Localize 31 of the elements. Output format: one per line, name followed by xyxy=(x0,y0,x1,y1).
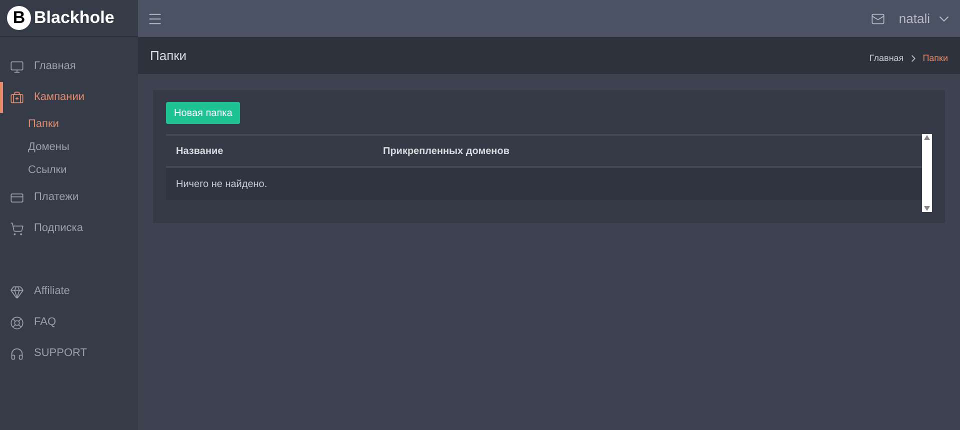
gem-icon xyxy=(10,284,24,298)
headset-icon xyxy=(10,346,24,360)
submenu-item[interactable]: Папки xyxy=(28,116,59,133)
scroll-up-icon[interactable] xyxy=(924,135,930,140)
submenu-item[interactable]: Домены xyxy=(28,139,70,156)
new-folder-button[interactable]: Новая папка xyxy=(166,102,240,124)
sidebar-item[interactable]: Affiliate xyxy=(34,283,70,300)
page-title: Папки xyxy=(150,46,187,65)
credit-card-icon xyxy=(10,190,24,204)
cart-icon xyxy=(10,222,24,236)
breadcrumb: Папки xyxy=(922,52,948,65)
logo-icon: B xyxy=(7,6,31,30)
empty-message: Ничего не найдено. xyxy=(176,178,268,192)
monitor-icon xyxy=(10,60,24,74)
column-header: Прикрепленных доменов xyxy=(383,144,510,158)
briefcase-icon xyxy=(10,90,24,104)
column-header: Название xyxy=(175,144,224,158)
user-name[interactable]: natali xyxy=(898,8,930,28)
scrollbar[interactable] xyxy=(922,134,932,212)
mail-icon[interactable] xyxy=(870,12,885,26)
submenu-item[interactable]: Ссылки xyxy=(28,162,67,179)
sidebar-item[interactable]: SUPPORT xyxy=(34,345,87,362)
breadcrumb[interactable]: Главная xyxy=(869,52,904,66)
sidebar-item[interactable]: Подписка xyxy=(34,220,83,237)
sidebar-item[interactable]: Кампании xyxy=(34,89,85,106)
sidebar-item[interactable]: Главная xyxy=(34,58,76,75)
sidebar-item[interactable]: Платежи xyxy=(34,189,79,206)
sidebar-item[interactable]: FAQ xyxy=(34,314,56,331)
lifebuoy-icon xyxy=(10,316,24,330)
brand-name: Blackhole xyxy=(34,7,114,30)
scroll-down-icon[interactable] xyxy=(924,206,930,211)
